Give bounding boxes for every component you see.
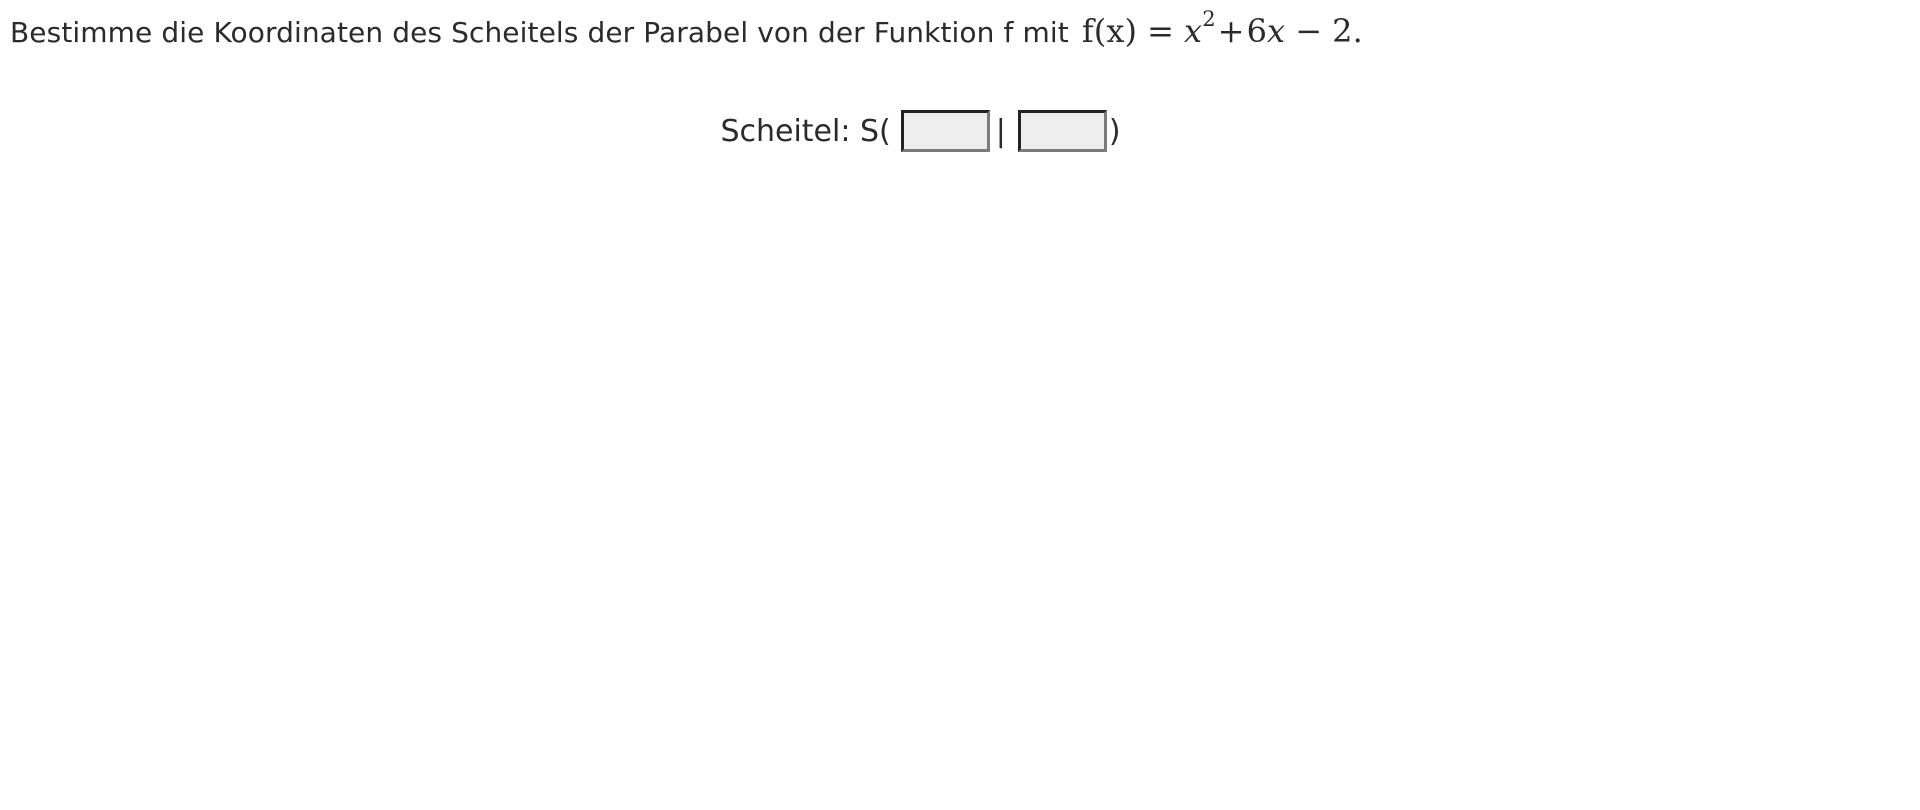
formula-period: . [1352,12,1363,50]
vertex-y-input[interactable] [1017,110,1107,152]
formula-paren-open: ( [1093,12,1107,50]
formula-f: f [1081,12,1094,50]
formula-minus: − [1295,12,1323,50]
formula-paren-close: ) [1124,12,1138,50]
function-formula: f(x) = x2+6x −2. [1081,9,1363,50]
formula-coefficient: 6 [1246,12,1268,50]
formula-x-arg: x [1106,12,1125,50]
question-sentence: Bestimme die Koordinaten des Scheitels d… [10,16,1069,49]
formula-exponent: 2 [1202,7,1216,32]
vertex-x-input[interactable] [900,110,990,152]
vertex-answer-row: Scheitel: S( | ) [0,110,1841,152]
formula-constant: 2 [1332,12,1353,50]
formula-plus: + [1217,12,1245,50]
question-text: Bestimme die Koordinaten des Scheitels d… [10,9,1363,54]
vertex-label: Scheitel: S( [720,113,891,149]
formula-linear-var: x [1267,12,1286,50]
coordinate-separator: | [995,113,1006,149]
closing-parenthesis: ) [1108,113,1121,149]
formula-x-squared-var: x [1184,12,1203,50]
formula-equals: = [1147,12,1175,50]
